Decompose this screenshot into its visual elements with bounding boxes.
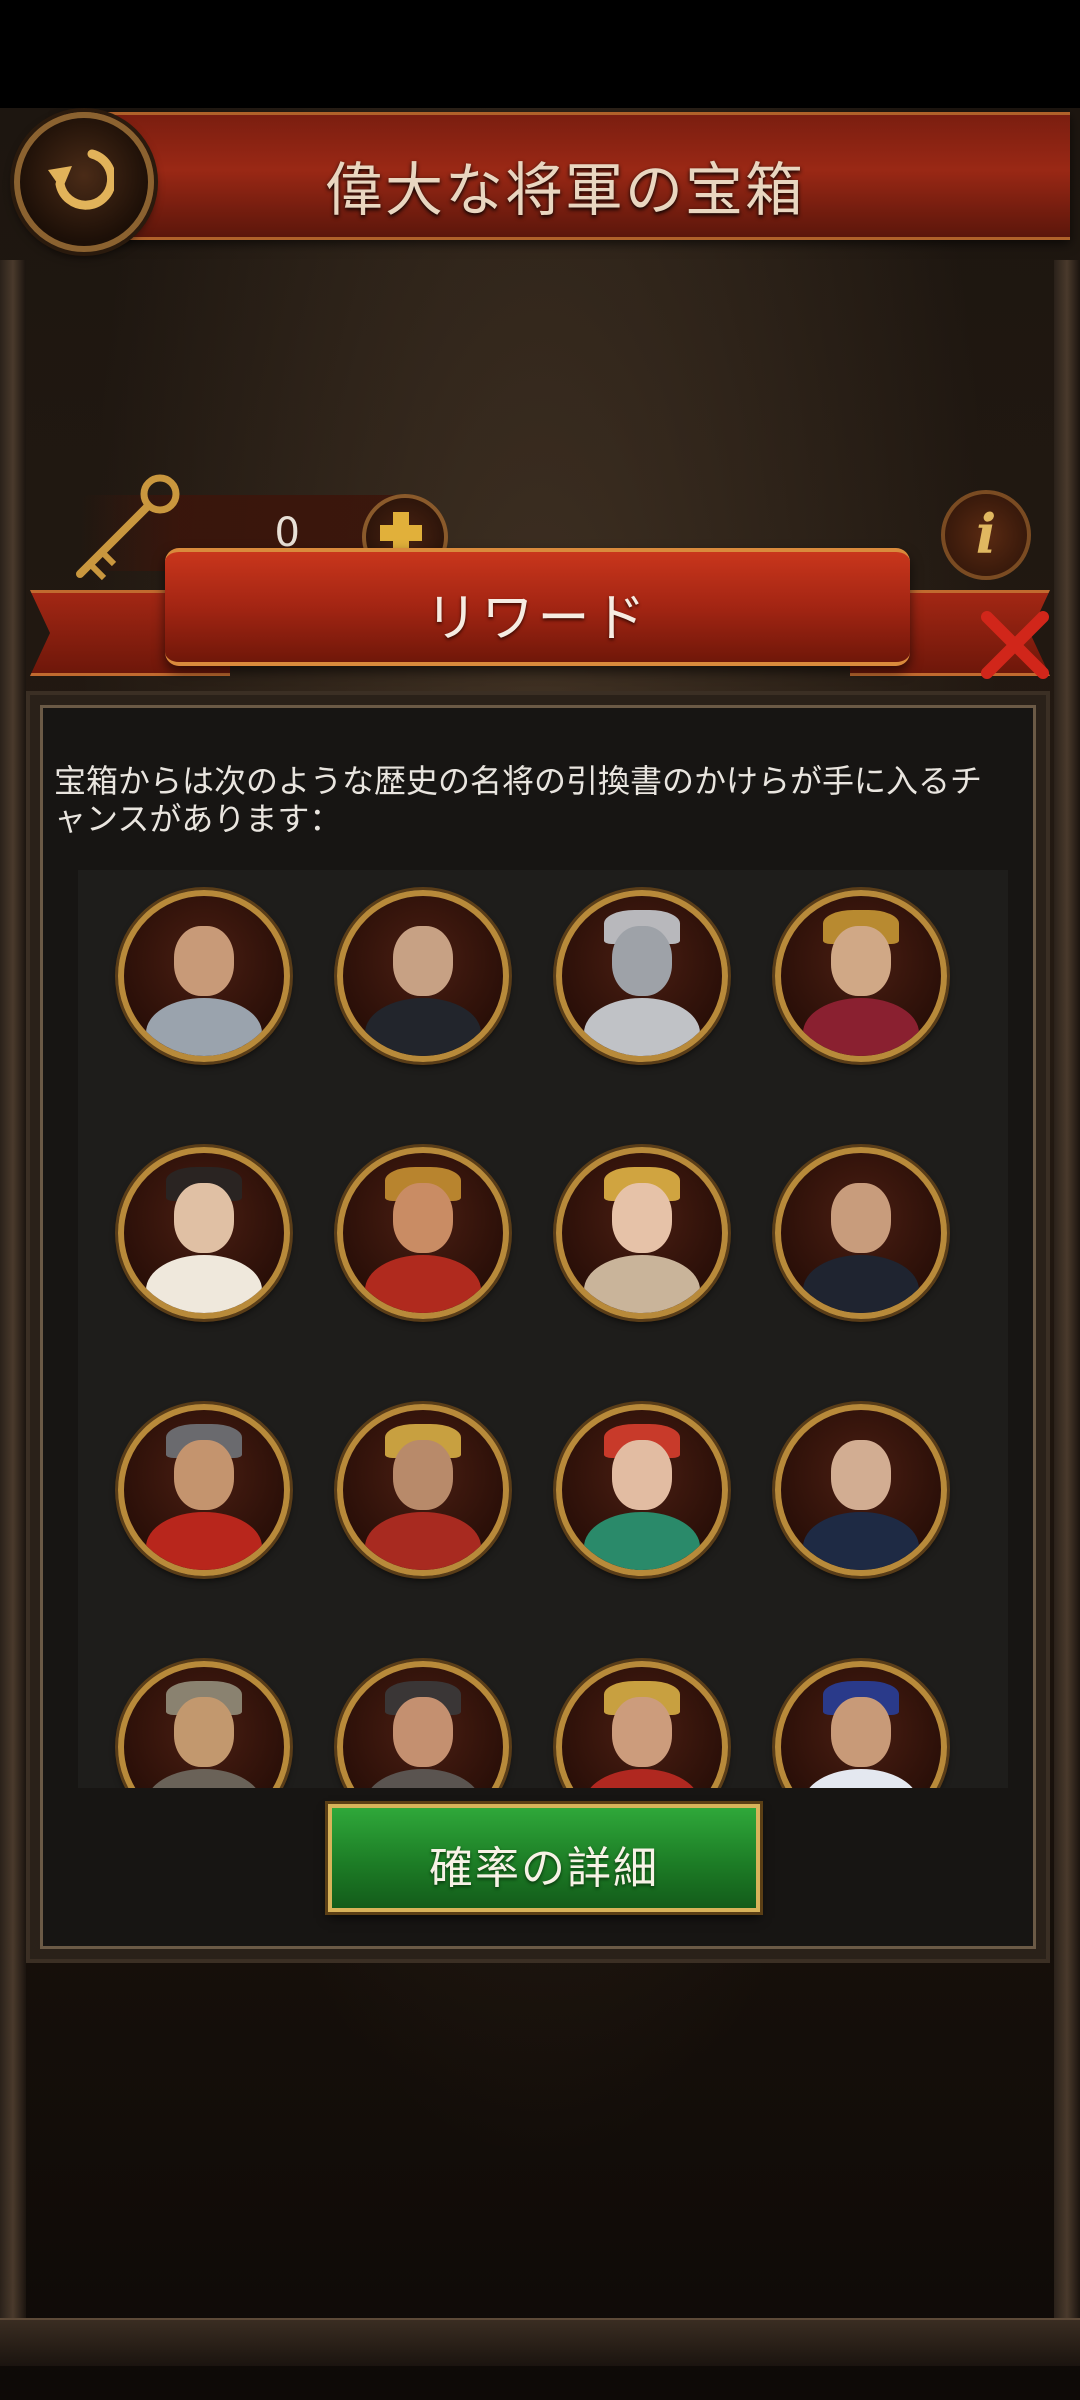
back-button[interactable] bbox=[14, 112, 154, 252]
grid-row bbox=[78, 870, 1008, 1129]
left-pillar bbox=[0, 260, 26, 2350]
general-portrait[interactable] bbox=[775, 1661, 947, 1788]
probability-details-label: 確率の詳細 bbox=[429, 1843, 659, 1894]
close-icon[interactable] bbox=[975, 605, 1055, 685]
page-title: 偉大な将軍の宝箱 bbox=[324, 156, 805, 224]
general-portrait[interactable] bbox=[775, 1404, 947, 1576]
general-portrait[interactable] bbox=[556, 1147, 728, 1319]
reward-ribbon: リワード bbox=[165, 548, 910, 666]
general-portrait[interactable] bbox=[775, 1147, 947, 1319]
general-portrait[interactable] bbox=[556, 1661, 728, 1788]
grid-row bbox=[78, 1384, 1008, 1643]
general-portrait[interactable] bbox=[556, 890, 728, 1062]
general-portrait[interactable] bbox=[118, 1404, 290, 1576]
general-portrait[interactable] bbox=[775, 890, 947, 1062]
general-portrait[interactable] bbox=[337, 1147, 509, 1319]
info-icon: i bbox=[975, 502, 997, 566]
grid-row bbox=[78, 1641, 1008, 1788]
bottom-rail bbox=[0, 2318, 1080, 2366]
grid-row bbox=[78, 1127, 1008, 1386]
general-portrait[interactable] bbox=[118, 890, 290, 1062]
back-arrow-icon bbox=[48, 149, 114, 210]
title-bar: 偉大な将軍の宝箱 bbox=[60, 112, 1070, 240]
general-portrait[interactable] bbox=[118, 1147, 290, 1319]
general-portrait[interactable] bbox=[556, 1404, 728, 1576]
dialog-title: リワード bbox=[425, 589, 650, 649]
info-button[interactable]: i bbox=[941, 490, 1031, 580]
general-portrait[interactable] bbox=[337, 890, 509, 1062]
general-portrait[interactable] bbox=[337, 1404, 509, 1576]
general-portrait[interactable] bbox=[337, 1661, 509, 1788]
probability-details-button[interactable]: 確率の詳細 bbox=[328, 1804, 760, 1912]
reward-description: 宝箱からは次のような歴史の名将の引換書のかけらが手に入るチャンスがあります： bbox=[54, 762, 983, 838]
general-portrait[interactable] bbox=[118, 1661, 290, 1788]
right-pillar bbox=[1054, 260, 1080, 2350]
general-portrait-grid bbox=[78, 870, 1008, 1788]
